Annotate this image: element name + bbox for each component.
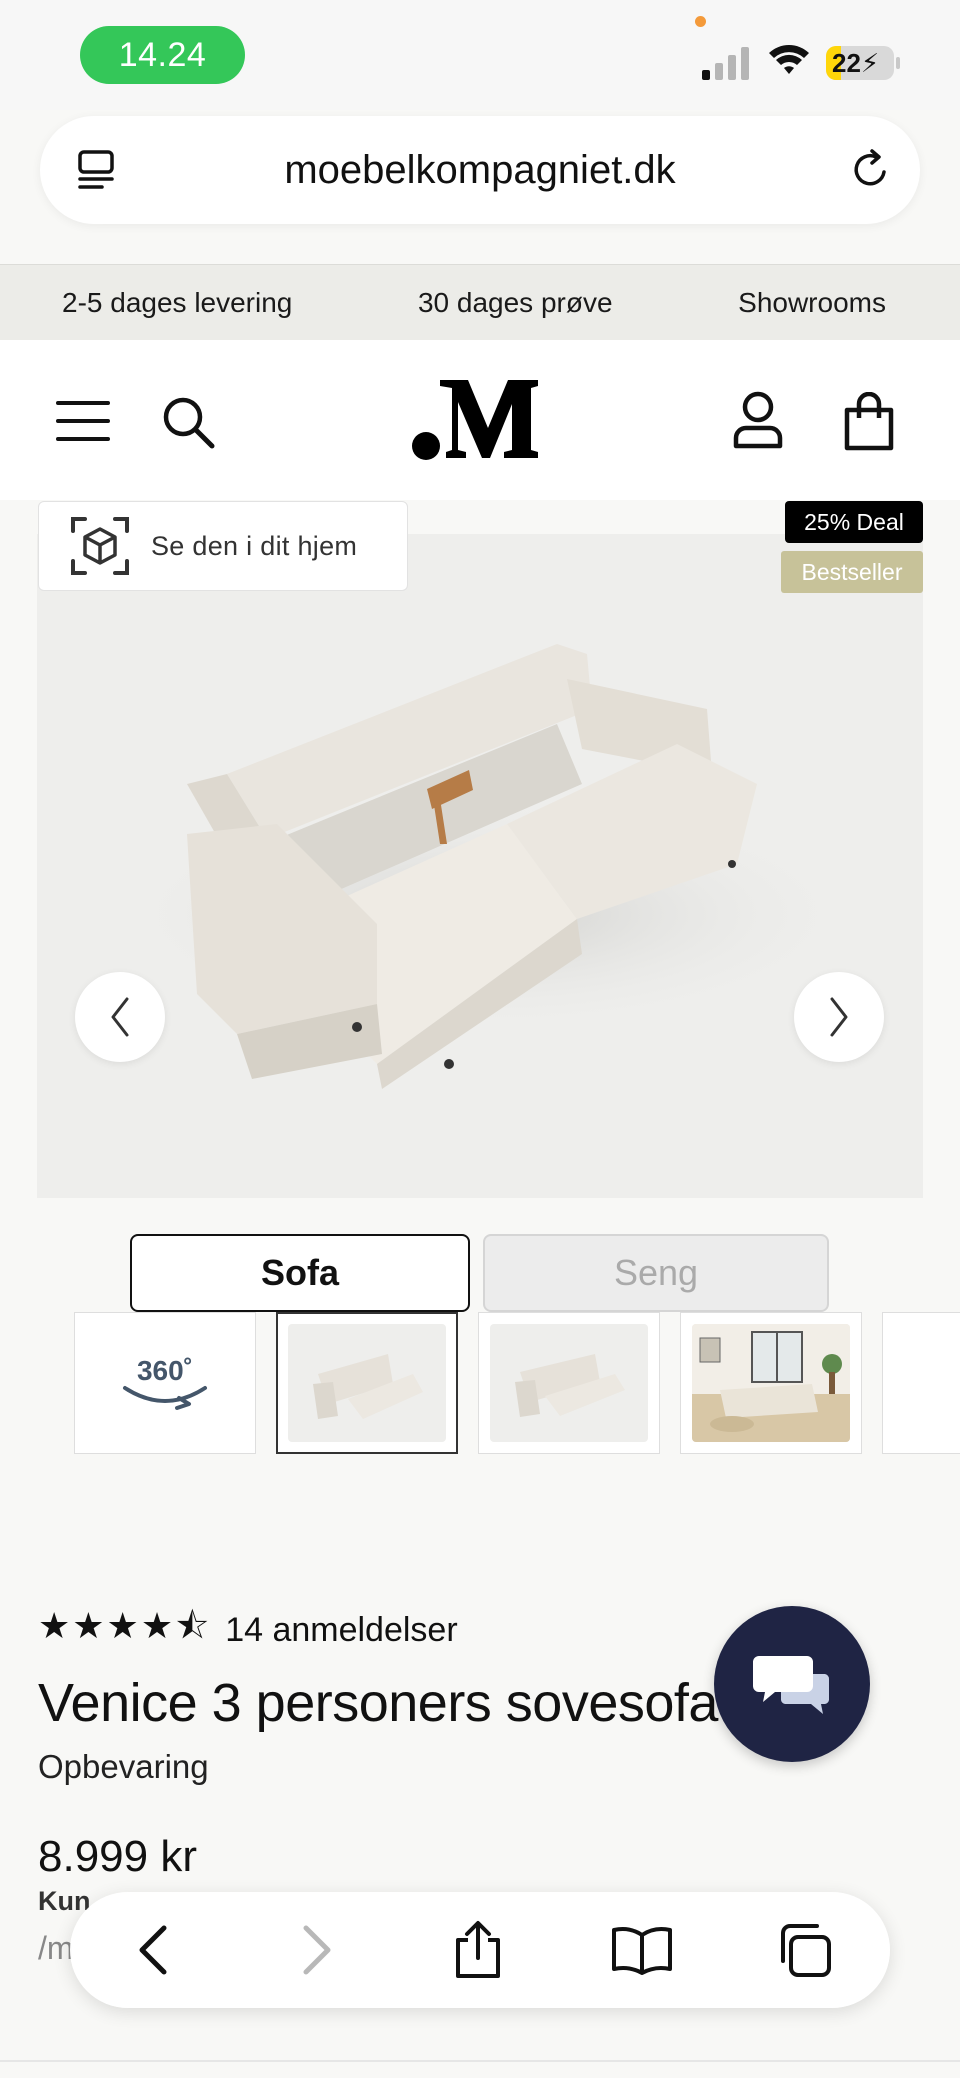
site-header	[0, 340, 960, 500]
thumbnail-strip[interactable]: 360˚	[74, 1312, 960, 1454]
chevron-right-icon	[830, 997, 848, 1037]
usp-bar: 2-5 dages levering 30 dages prøve Showro…	[0, 264, 960, 340]
next-thumb-partial[interactable]	[882, 1312, 960, 1454]
brand-logo[interactable]	[410, 374, 550, 464]
living-room-thumb[interactable]	[680, 1312, 862, 1454]
product-title: Venice 3 personers sovesofa	[38, 1673, 718, 1733]
thumb-image	[692, 1324, 850, 1442]
sofa-bed-open-thumb[interactable]	[276, 1312, 458, 1454]
previous-image-button[interactable]	[75, 972, 165, 1062]
chevron-left-icon	[111, 997, 129, 1037]
thumb-image	[490, 1324, 648, 1442]
browser-toolbar	[70, 1892, 890, 2008]
reviews-count[interactable]: 14 anmeldelser	[225, 1611, 457, 1650]
back-icon	[139, 1925, 167, 1975]
share-button[interactable]	[444, 1916, 512, 1984]
view-in-your-home-label: Se den i dit hjem	[151, 530, 358, 561]
thumb-image	[288, 1324, 446, 1442]
rating-row[interactable]: ★★★★⯪ 14 anmeldelser	[38, 1600, 458, 1661]
sofa-bed-image	[107, 644, 867, 1089]
bestseller-badge: Bestseller	[781, 551, 923, 593]
next-image-button[interactable]	[794, 972, 884, 1062]
usp-trial[interactable]: 30 dages prøve	[418, 287, 613, 319]
tabs-icon	[781, 1924, 831, 1977]
forward-icon	[303, 1925, 331, 1975]
wifi-icon	[769, 45, 809, 74]
privacy-indicator-dot	[695, 16, 706, 27]
account-icon[interactable]	[730, 390, 786, 450]
rating-stars: ★★★★⯪	[38, 1605, 212, 1646]
cart-bag-icon[interactable]	[842, 392, 896, 452]
variant-sofa-button[interactable]: Sofa	[130, 1234, 470, 1312]
reload-icon[interactable]	[846, 146, 894, 194]
chat-bubbles-icon	[753, 1656, 830, 1714]
share-icon	[456, 1921, 500, 1978]
tabs-button[interactable]	[770, 1916, 838, 1984]
view-in-your-home-button[interactable]: Se den i dit hjem	[38, 501, 408, 591]
url-text[interactable]: moebelkompagniet.dk	[40, 116, 920, 224]
deal-badge: 25% Deal	[785, 501, 923, 543]
page-bottom-divider	[0, 2060, 960, 2062]
sofa-bed-open-angle-thumb[interactable]	[478, 1312, 660, 1454]
battery-charging-icon: 22⚡	[826, 46, 894, 80]
360-view-thumb[interactable]: 360˚	[74, 1312, 256, 1454]
product-price: 8.999 kr	[38, 1832, 197, 1881]
bookmarks-icon	[612, 1927, 672, 1975]
product-image[interactable]	[37, 534, 923, 1198]
back-button[interactable]	[120, 1916, 188, 1984]
address-bar[interactable]: moebelkompagniet.dk	[40, 116, 920, 224]
price-unit-partial: /m	[38, 1930, 74, 1966]
ar-cube-icon	[71, 517, 129, 575]
product-subtitle: Opbevaring	[38, 1748, 209, 1785]
chat-button[interactable]	[714, 1606, 870, 1762]
battery-cap	[896, 57, 900, 69]
battery-level: 22	[832, 48, 861, 78]
search-icon[interactable]	[160, 394, 216, 450]
variant-bed-button[interactable]: Seng	[483, 1234, 829, 1312]
rotation-label: 360˚	[137, 1355, 193, 1386]
signal-icon	[702, 47, 749, 80]
forward-button[interactable]	[282, 1916, 350, 1984]
menu-icon[interactable]	[56, 400, 110, 442]
bookmarks-button[interactable]	[608, 1916, 676, 1984]
usp-delivery[interactable]: 2-5 dages levering	[62, 287, 292, 319]
rotate-360-icon: 360˚	[123, 1355, 207, 1410]
usp-showrooms[interactable]: Showrooms	[738, 287, 886, 319]
status-bar: 14.24 22⚡	[0, 0, 960, 110]
status-time: 14.24	[80, 26, 245, 84]
